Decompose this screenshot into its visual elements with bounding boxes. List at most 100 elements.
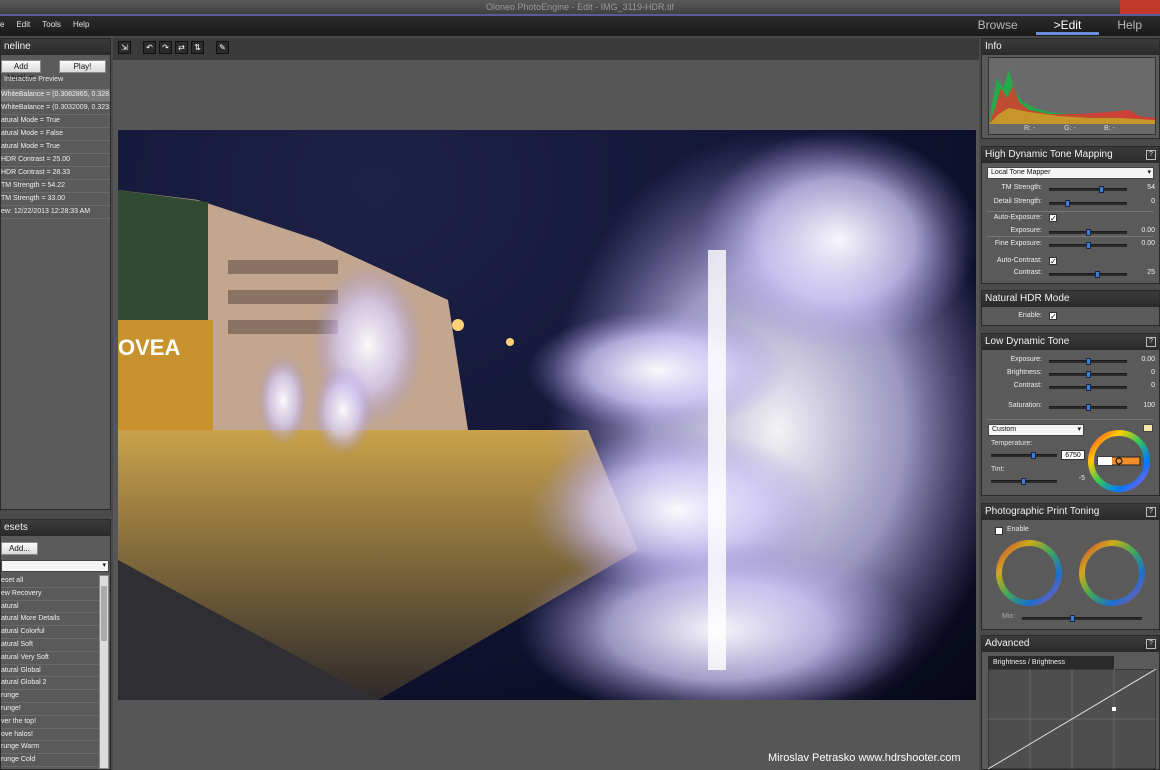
mix-slider[interactable] [1022, 615, 1142, 622]
help-icon[interactable]: ? [1146, 507, 1156, 517]
window-title: Oloneo PhotoEngine - Edit - IMG_3119-HDR… [486, 2, 674, 12]
menu-file[interactable]: e [0, 20, 4, 29]
photo-credit: Miroslav Petrasko www.hdrshooter.com [768, 752, 961, 764]
white-balance-select[interactable]: Custom ▾ [988, 424, 1084, 436]
auto-exposure-checkbox[interactable]: ✓ [1049, 214, 1057, 223]
temperature-slider[interactable] [991, 452, 1057, 459]
preset-item[interactable]: atural Colorful [1, 626, 99, 639]
hdr-contrast-slider[interactable] [1049, 271, 1127, 278]
tint-slider[interactable] [991, 478, 1057, 485]
timeline-row[interactable]: TM Strength = 33.00 [1, 193, 110, 206]
flip-horizontal-icon[interactable]: ⇄ [175, 41, 188, 54]
temperature-value[interactable]: 6750 [1061, 450, 1085, 460]
help-icon[interactable]: ? [1146, 639, 1156, 649]
highlight-color-wheel-icon[interactable] [1077, 538, 1147, 608]
timeline-title: neline [1, 39, 110, 55]
slider-thumb[interactable] [1086, 242, 1091, 249]
slider-thumb[interactable] [1099, 186, 1104, 193]
slider-thumb[interactable] [1086, 384, 1091, 391]
tab-browse[interactable]: Browse [960, 18, 1036, 35]
preset-item[interactable]: ove halos! [1, 729, 99, 742]
tab-help[interactable]: Help [1099, 18, 1160, 35]
color-wheel-icon[interactable] [1086, 428, 1152, 494]
ppt-enable-checkbox[interactable] [995, 527, 1003, 535]
menu-help[interactable]: Help [73, 20, 89, 29]
natural-hdr-enable-checkbox[interactable]: ✓ [1049, 312, 1057, 321]
timeline-row[interactable]: HDR Contrast = 25.00 [1, 154, 110, 167]
tone-curve[interactable] [988, 669, 1156, 769]
timeline-row[interactable]: TM Strength = 54.22 [1, 180, 110, 193]
hist-b-label: B: - [1104, 125, 1115, 132]
preset-item[interactable]: runge Warm [1, 741, 99, 755]
advanced-panel: Advanced? Brightness / Brightness [981, 635, 1160, 770]
slider-thumb[interactable] [1086, 358, 1091, 365]
preset-item[interactable]: runge [1, 690, 99, 703]
detail-strength-slider[interactable] [1049, 200, 1127, 207]
exposure-slider[interactable] [1049, 229, 1127, 236]
tm-strength-slider[interactable] [1049, 186, 1127, 193]
preset-category-select[interactable]: ▾ [1, 560, 109, 572]
slider-thumb[interactable] [1065, 200, 1070, 207]
rotate-left-icon[interactable]: ↶ [143, 41, 156, 54]
ldt-exposure-slider[interactable] [1049, 358, 1127, 365]
menu-tools[interactable]: Tools [42, 20, 61, 29]
tone-mapper-select[interactable]: Local Tone Mapper ▾ [987, 167, 1154, 179]
timeline-row[interactable]: ew: 12/22/2013 12:28:33 AM [1, 206, 110, 219]
preset-item[interactable]: atural More Details [1, 613, 99, 627]
slider-thumb[interactable] [1086, 229, 1091, 236]
histogram-chart [989, 70, 1155, 124]
timeline-row[interactable]: atural Mode = True [1, 115, 110, 128]
preset-item[interactable]: atural Very Soft [1, 652, 99, 665]
preset-item[interactable]: runge! [1, 703, 99, 716]
slider-thumb[interactable] [1021, 478, 1026, 485]
flip-vertical-icon[interactable]: ⇅ [191, 41, 204, 54]
detail-strength-label: Detail Strength: [993, 198, 1042, 205]
timeline-row[interactable]: atural Mode = True [1, 141, 110, 154]
photo-preview[interactable]: OVEA [118, 130, 976, 700]
presets-scrollbar[interactable] [99, 575, 109, 769]
fine-exposure-slider[interactable] [1049, 242, 1127, 249]
add-version-button[interactable]: Add Version [1, 60, 41, 82]
preset-item[interactable]: atural Global [1, 665, 99, 678]
ldt-contrast-slider[interactable] [1049, 384, 1127, 391]
ldt-saturation-slider[interactable] [1049, 404, 1127, 411]
slider-thumb[interactable] [1031, 452, 1036, 459]
tab-edit[interactable]: >Edit [1035, 18, 1100, 35]
tint-value: -5 [1078, 475, 1085, 482]
scrollbar-thumb[interactable] [101, 586, 107, 641]
slider-thumb[interactable] [1095, 271, 1100, 278]
preset-item[interactable]: atural Soft [1, 639, 99, 652]
preset-item[interactable]: atural [1, 601, 99, 614]
slider-thumb[interactable] [1070, 615, 1075, 622]
exposure-value: 0.00 [1141, 227, 1155, 234]
help-icon[interactable]: ? [1146, 337, 1156, 347]
preset-item[interactable]: ver the top! [1, 716, 99, 729]
crop-icon[interactable]: ✎ [216, 41, 229, 54]
auto-contrast-checkbox[interactable]: ✓ [1049, 257, 1057, 266]
ldt-brightness-slider[interactable] [1049, 371, 1127, 378]
preset-item[interactable]: eset all [1, 575, 99, 588]
timeline-row[interactable]: WhiteBalance = (0.3082865, 0.328... [1, 89, 110, 102]
slider-thumb[interactable] [1086, 371, 1091, 378]
view-toolbar: ⇲ ↶ ↷ ⇄ ⇅ ✎ [113, 38, 979, 60]
slider-thumb[interactable] [1086, 404, 1091, 411]
help-icon[interactable]: ? [1146, 150, 1156, 160]
play-button[interactable]: Play! [59, 60, 106, 73]
curve-selector[interactable]: Brightness / Brightness [988, 656, 1114, 669]
interactive-preview-checkbox[interactable]: Interactive Preview [1, 76, 110, 87]
timeline-row[interactable]: HDR Contrast = 28.33 [1, 167, 110, 180]
fit-to-screen-icon[interactable]: ⇲ [118, 41, 131, 54]
fine-exposure-label: Fine Exposure: [994, 240, 1042, 247]
shadow-color-wheel-icon[interactable] [994, 538, 1064, 608]
preset-item[interactable]: atural Global 2 [1, 677, 99, 691]
preset-item[interactable]: ew Recovery [1, 588, 99, 601]
close-window-button[interactable] [1120, 0, 1160, 14]
timeline-row[interactable]: WhiteBalance = (0.3032009, 0.323... [1, 102, 110, 115]
tone-mapper-value: Local Tone Mapper [991, 169, 1051, 176]
add-preset-button[interactable]: Add... [1, 542, 38, 555]
preset-item[interactable]: runge Cold [1, 754, 99, 767]
rotate-right-icon[interactable]: ↷ [159, 41, 172, 54]
timeline-row[interactable]: atural Mode = False [1, 128, 110, 141]
ldt-contrast-label: Contrast: [1013, 382, 1042, 389]
menu-edit[interactable]: Edit [16, 20, 30, 29]
